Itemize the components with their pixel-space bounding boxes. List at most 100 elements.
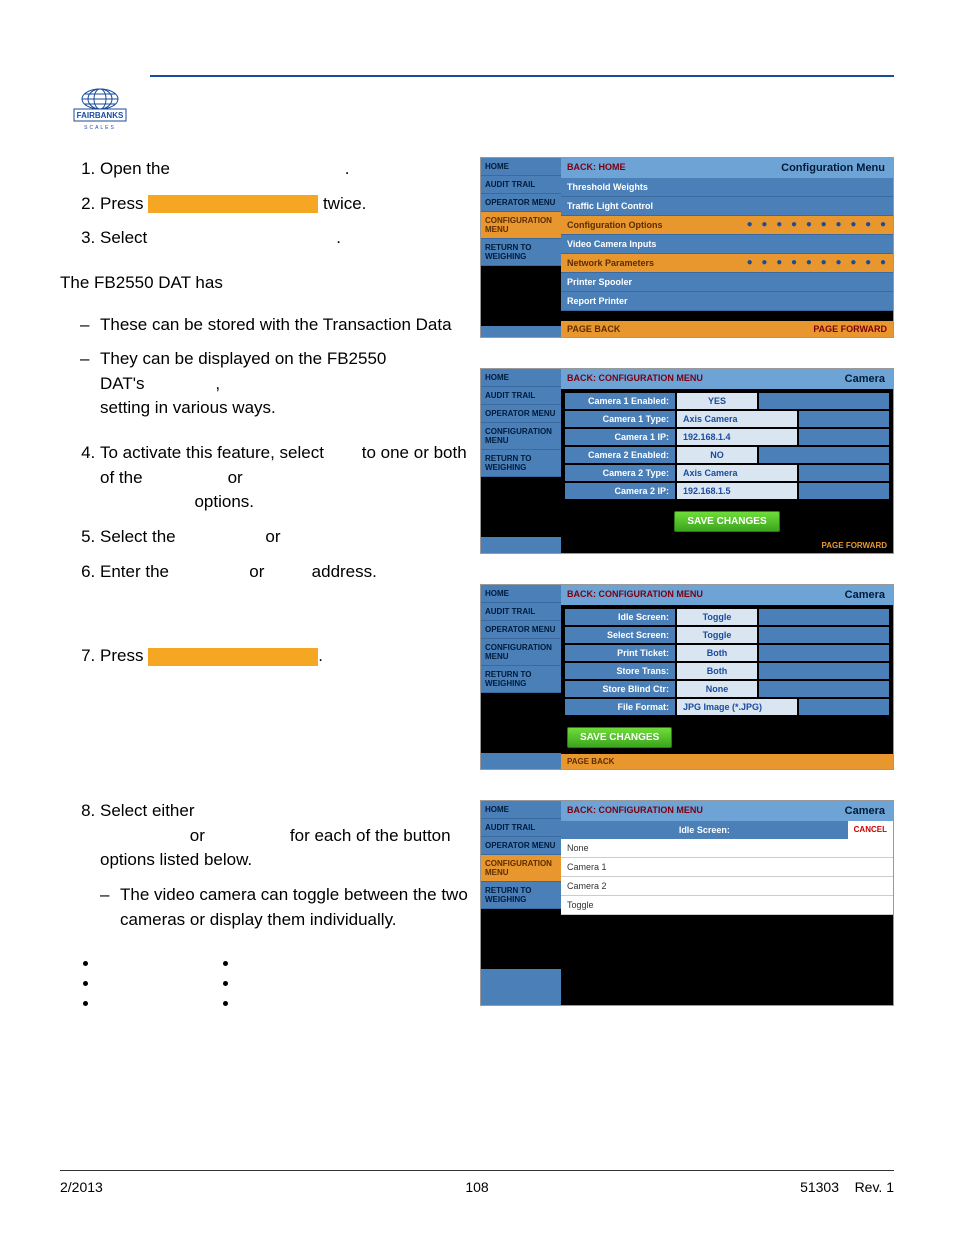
select-option[interactable]: Camera 1: [561, 858, 893, 877]
step-list-2: To activate this feature, select to one …: [60, 441, 470, 584]
sidebar-item[interactable]: RETURN TO WEIGHING: [481, 239, 561, 266]
save-changes-button[interactable]: SAVE CHANGES: [567, 727, 672, 748]
cancel-button[interactable]: CANCEL: [848, 821, 893, 839]
sidebar-item[interactable]: OPERATOR MENU: [481, 405, 561, 423]
field-spacer: [759, 627, 889, 643]
page: FAIRBANKS SCALES Open the . Press twice.…: [0, 0, 954, 1235]
back-link[interactable]: BACK: CONFIGURATION MENU: [561, 585, 709, 605]
sidebar-item[interactable]: AUDIT TRAIL: [481, 819, 561, 837]
field-label: Store Trans:: [565, 663, 675, 679]
text: options.: [194, 492, 254, 511]
main-panel: BACK: CONFIGURATION MENU Camera Camera 1…: [561, 369, 893, 553]
dash-item: They can be displayed on the FB2550 DAT'…: [100, 347, 470, 421]
header: FAIRBANKS SCALES: [60, 75, 894, 87]
sidebar: HOMEAUDIT TRAILOPERATOR MENUCONFIGURATIO…: [481, 158, 561, 337]
menu-item[interactable]: Threshold Weights: [561, 178, 893, 197]
menu-item[interactable]: Printer Spooler: [561, 273, 893, 292]
screenshot-idle-screen-select: HOMEAUDIT TRAILOPERATOR MENUCONFIGURATIO…: [480, 800, 894, 1006]
bullet-columns: [60, 942, 470, 1029]
field-value[interactable]: JPG Image (*.JPG): [677, 699, 797, 715]
menu-item[interactable]: Report Printer: [561, 292, 893, 311]
text: Select either: [100, 801, 195, 820]
text: .: [345, 159, 350, 178]
titlebar: BACK: CONFIGURATION MENU Camera: [561, 369, 893, 389]
back-link[interactable]: BACK: HOME: [561, 158, 632, 178]
sidebar-item[interactable]: AUDIT TRAIL: [481, 603, 561, 621]
save-row: SAVE CHANGES: [561, 721, 893, 754]
sidebar-item[interactable]: OPERATOR MENU: [481, 621, 561, 639]
sidebar-item[interactable]: HOME: [481, 158, 561, 176]
step-list: Open the . Press twice. Select .: [60, 157, 470, 251]
sidebar-item[interactable]: OPERATOR MENU: [481, 194, 561, 212]
field-label: Camera 2 Enabled:: [565, 447, 675, 463]
sidebar-item[interactable]: RETURN TO WEIGHING: [481, 666, 561, 693]
form-row: Store Trans:Both: [565, 663, 889, 679]
idle-header-row: Idle Screen: CANCEL: [561, 821, 893, 839]
text: Select the: [100, 527, 176, 546]
sidebar-item[interactable]: RETURN TO WEIGHING: [481, 450, 561, 477]
field-label: Camera 1 Type:: [565, 411, 675, 427]
sidebar-item[interactable]: CONFIGURATION MENU: [481, 855, 561, 882]
field-value[interactable]: YES: [677, 393, 757, 409]
sidebar-item[interactable]: CONFIGURATION MENU: [481, 639, 561, 666]
field-value[interactable]: Axis Camera: [677, 465, 797, 481]
sidebar-filler: [481, 266, 561, 326]
select-option[interactable]: Camera 2: [561, 877, 893, 896]
page-back-button[interactable]: PAGE BACK: [561, 321, 727, 337]
sidebar: HOMEAUDIT TRAILOPERATOR MENUCONFIGURATIO…: [481, 585, 561, 769]
field-value[interactable]: NO: [677, 447, 757, 463]
menu-item[interactable]: Traffic Light Control: [561, 197, 893, 216]
titlebar: BACK: CONFIGURATION MENU Camera: [561, 801, 893, 821]
form-row: Store Blind Ctr:None: [565, 681, 889, 697]
sidebar-item[interactable]: HOME: [481, 801, 561, 819]
back-link[interactable]: BACK: CONFIGURATION MENU: [561, 801, 709, 821]
page-back-button[interactable]: PAGE BACK: [561, 754, 893, 769]
step-8: Select either or for each of the button …: [100, 799, 470, 932]
screen-title: Configuration Menu: [773, 158, 893, 178]
sidebar-item[interactable]: AUDIT TRAIL: [481, 176, 561, 194]
button-placeholder-icon: [148, 648, 318, 666]
form-row: Camera 1 IP:192.168.1.4: [565, 429, 889, 445]
titlebar: BACK: CONFIGURATION MENU Camera: [561, 585, 893, 605]
field-value[interactable]: Both: [677, 663, 757, 679]
sidebar-filler: [481, 477, 561, 537]
step-7: Press .: [100, 644, 470, 669]
screenshot-config-menu: HOMEAUDIT TRAILOPERATOR MENUCONFIGURATIO…: [480, 157, 894, 338]
field-value[interactable]: 192.168.1.5: [677, 483, 797, 499]
field-value[interactable]: None: [677, 681, 757, 697]
field-value[interactable]: 192.168.1.4: [677, 429, 797, 445]
form-row: Idle Screen:Toggle: [565, 609, 889, 625]
idle-screen-label: Idle Screen:: [561, 821, 848, 839]
field-value[interactable]: Both: [677, 645, 757, 661]
sidebar-filler: [481, 693, 561, 753]
field-spacer: [759, 393, 889, 409]
sidebar-item[interactable]: HOME: [481, 369, 561, 387]
sidebar-item[interactable]: AUDIT TRAIL: [481, 387, 561, 405]
save-changes-button[interactable]: SAVE CHANGES: [674, 511, 779, 532]
fairbanks-logo: FAIRBANKS SCALES: [70, 85, 130, 138]
field-value[interactable]: Toggle: [677, 627, 757, 643]
text: twice.: [323, 194, 366, 213]
form-row: Camera 2 IP:192.168.1.5: [565, 483, 889, 499]
menu-item[interactable]: Video Camera Inputs: [561, 235, 893, 254]
sidebar-item[interactable]: RETURN TO WEIGHING: [481, 882, 561, 909]
dash-list-1: These can be stored with the Transaction…: [60, 313, 470, 422]
field-value[interactable]: Toggle: [677, 609, 757, 625]
sidebar-item[interactable]: HOME: [481, 585, 561, 603]
page-forward-button[interactable]: PAGE FORWARD: [561, 538, 893, 553]
dash-item: These can be stored with the Transaction…: [100, 313, 470, 338]
step-2: Press twice.: [100, 192, 470, 217]
page-forward-button[interactable]: PAGE FORWARD: [727, 321, 893, 337]
menu-item[interactable]: Network Parameters● ● ● ● ● ● ● ● ● ●: [561, 254, 893, 273]
sidebar-item[interactable]: CONFIGURATION MENU: [481, 212, 561, 239]
sidebar-item[interactable]: CONFIGURATION MENU: [481, 423, 561, 450]
menu-item[interactable]: Configuration Options● ● ● ● ● ● ● ● ● ●: [561, 216, 893, 235]
svg-text:SCALES: SCALES: [84, 125, 116, 131]
field-value[interactable]: Axis Camera: [677, 411, 797, 427]
select-option[interactable]: None: [561, 839, 893, 858]
back-link[interactable]: BACK: CONFIGURATION MENU: [561, 369, 709, 389]
form-row: Camera 2 Enabled:NO: [565, 447, 889, 463]
sidebar-item[interactable]: OPERATOR MENU: [481, 837, 561, 855]
select-option[interactable]: Toggle: [561, 896, 893, 915]
step-list-3: Press .: [60, 644, 470, 669]
